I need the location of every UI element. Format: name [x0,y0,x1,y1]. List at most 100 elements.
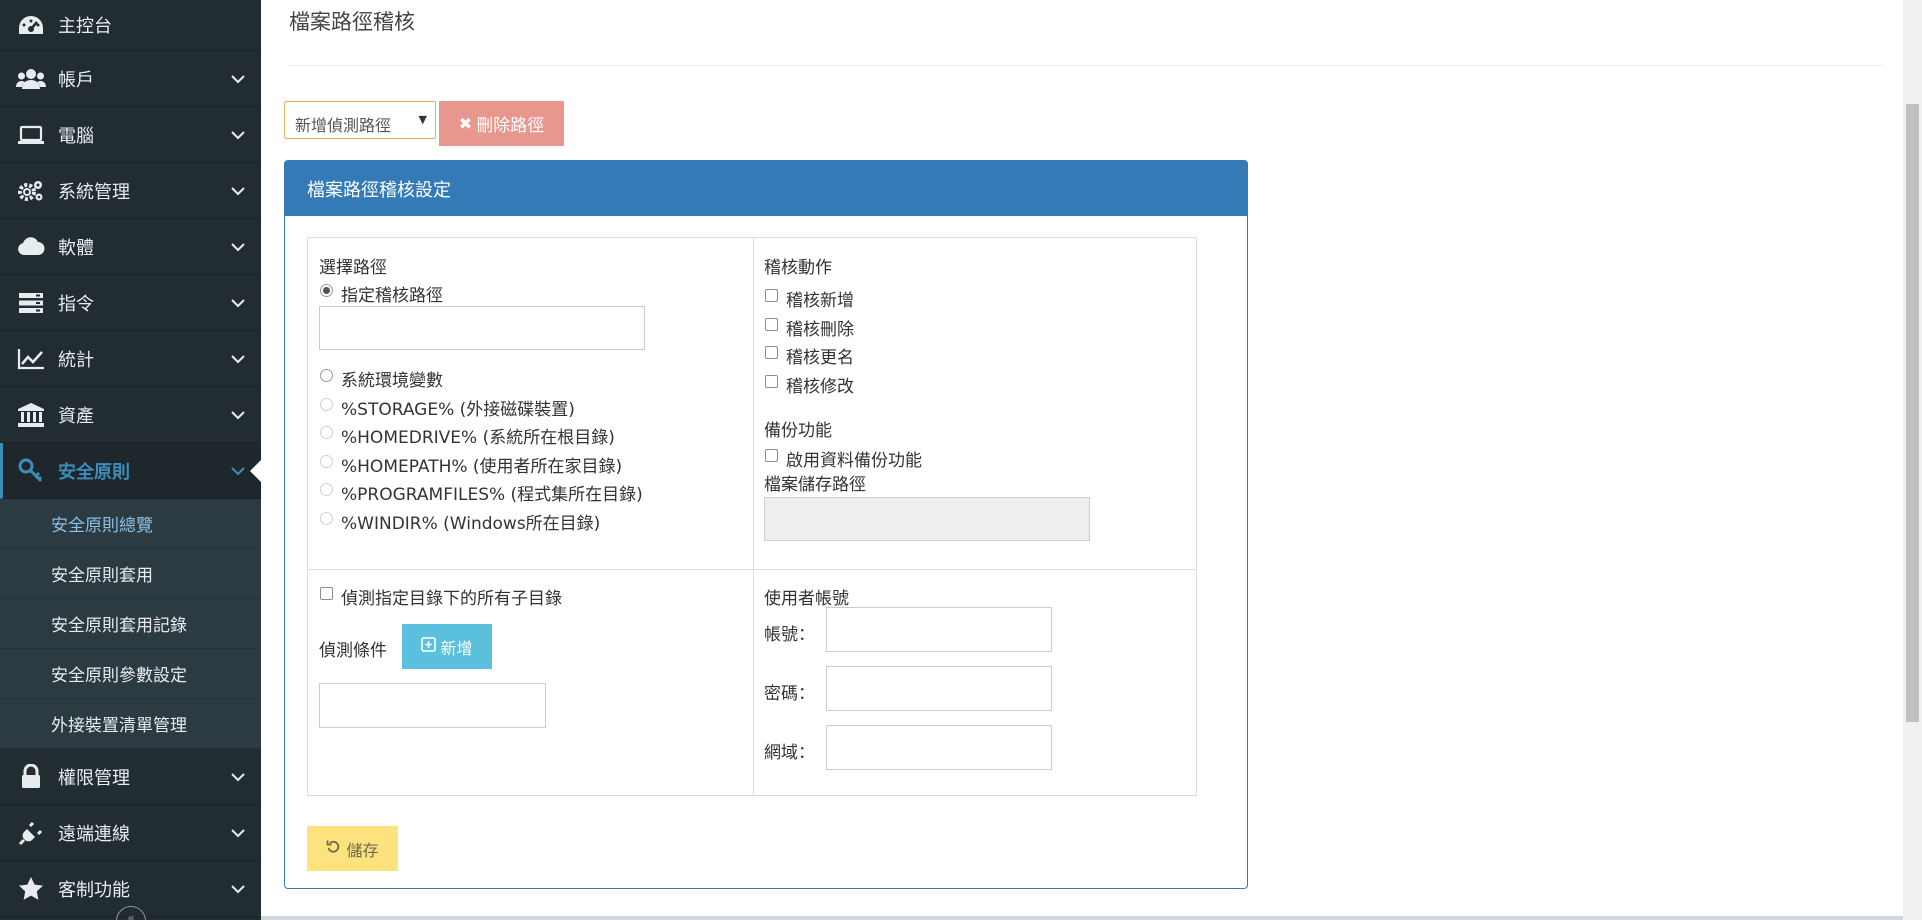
page-bottom-bar [261,916,1903,920]
audit-delete-checkbox[interactable] [765,318,778,331]
sidebar-item-label: 資產 [58,405,94,427]
audit-create-checkbox[interactable] [765,289,778,302]
chevron-down-icon [231,767,245,786]
sidebar-item-label: 系統管理 [58,181,130,203]
password-label: 密碼： [764,684,815,704]
env-homedrive-radio[interactable] [320,426,333,439]
password-input[interactable] [826,666,1052,711]
audit-path-input[interactable] [319,306,645,350]
sidebar-item-commands[interactable]: 指令 [0,275,261,331]
sidebar-item-dashboard[interactable]: 主控台 [0,0,261,51]
add-condition-label: 新增 [440,638,473,658]
submenu-item-policy-apply-log[interactable]: 安全原則套用記錄 [0,599,261,649]
enable-backup-label: 啟用資料備份功能 [786,451,922,471]
sidebar-item-label: 遠端連線 [58,823,130,845]
audit-rename-label: 稽核更名 [786,348,854,368]
user-account-label: 使用者帳號 [764,589,849,609]
sidebar-item-security-policy[interactable]: 安全原則 [0,443,261,499]
sidebar-item-label: 指令 [58,293,94,315]
chevron-down-icon [231,237,245,256]
settings-grid: 選擇路徑 指定稽核路徑 系統環境變數 %STORAGE% (外接磁碟裝置) %H… [307,237,1197,796]
audit-delete-label: 稽核刪除 [786,320,854,340]
panel-title: 檔案路徑稽核設定 [285,161,1247,216]
env-windir-radio[interactable] [320,512,333,525]
sidebar-item-system-management[interactable]: 系統管理 [0,163,261,219]
sidebar-item-assets[interactable]: 資產 [0,387,261,443]
delete-path-button[interactable]: ✖ 刪除路徑 [439,101,564,146]
env-storage-radio[interactable] [320,398,333,411]
chevron-down-icon [231,181,245,200]
sysenv-label: 系統環境變數 [341,371,443,391]
server-icon [16,288,46,318]
condition-input[interactable] [319,683,546,728]
gears-icon [16,176,46,206]
sidebar-item-remote-connection[interactable]: 遠端連線 [0,805,261,861]
enable-backup-checkbox[interactable] [765,449,778,462]
audit-actions-label: 稽核動作 [764,258,832,278]
title-divider [287,65,1885,66]
scrollbar-thumb[interactable] [1906,104,1919,722]
detect-subdirs-label: 偵測指定目錄下的所有子目錄 [341,589,562,609]
sidebar-item-label: 軟體 [58,237,94,259]
detect-condition-label: 偵測條件 [319,641,387,661]
audit-modify-label: 稽核修改 [786,377,854,397]
chevron-down-icon [231,125,245,144]
domain-input[interactable] [826,725,1052,770]
detect-subdirs-checkbox[interactable] [320,587,333,600]
users-icon [16,64,46,94]
plus-square-icon [421,637,437,656]
delete-path-label: 刪除路徑 [476,116,545,136]
sysenv-radio[interactable] [320,369,333,382]
bank-icon [16,400,46,430]
env-programfiles-radio[interactable] [320,483,333,496]
laptop-icon [16,120,46,150]
chevron-down-icon [231,461,245,480]
env-storage-label: %STORAGE% (外接磁碟裝置) [341,400,575,420]
save-button[interactable]: 儲存 [307,826,398,871]
chevron-down-icon [231,69,245,88]
submenu-item-external-device-list[interactable]: 外接裝置清單管理 [0,699,261,749]
submenu-item-policy-params[interactable]: 安全原則參數設定 [0,649,261,699]
key-icon [16,456,46,486]
audit-modify-checkbox[interactable] [765,375,778,388]
submenu-item-policy-apply[interactable]: 安全原則套用 [0,549,261,599]
submenu-item-policy-overview[interactable]: 安全原則總覽 [0,499,261,549]
grid-divider-vertical [753,238,754,795]
sidebar: 主控台 帳戶 電腦 系統管理 軟體 指令 統計 資產 安全原則 安全原則總覽 安… [0,0,261,920]
account-input[interactable] [826,607,1052,652]
sidebar-item-label: 主控台 [58,16,112,37]
sidebar-item-permission-management[interactable]: 權限管理 [0,749,261,805]
chevron-down-icon [231,823,245,842]
dashboard-icon [16,10,46,40]
env-homepath-radio[interactable] [320,455,333,468]
security-policy-submenu: 安全原則總覽 安全原則套用 安全原則套用記錄 安全原則參數設定 外接裝置清單管理 [0,499,261,749]
sidebar-item-computers[interactable]: 電腦 [0,107,261,163]
audit-rename-checkbox[interactable] [765,346,778,359]
sidebar-item-software[interactable]: 軟體 [0,219,261,275]
sidebar-item-label: 權限管理 [58,767,130,789]
star-icon [16,874,46,904]
specify-path-label: 指定稽核路徑 [341,286,443,306]
audit-create-label: 稽核新增 [786,291,854,311]
path-select-value: 新增偵測路徑 [295,116,392,135]
caret-down-icon: ▼ [418,113,427,126]
sidebar-item-statistics[interactable]: 統計 [0,331,261,387]
specify-path-radio[interactable] [320,284,333,297]
chevron-down-icon [231,349,245,368]
chevron-down-icon [231,293,245,312]
env-homedrive-label: %HOMEDRIVE% (系統所在根目錄) [341,428,615,448]
chevron-down-icon [231,405,245,424]
line-chart-icon [16,344,46,374]
path-select[interactable]: 新增偵測路徑 ▼ [284,101,436,139]
lock-icon [16,762,46,792]
undo-icon [326,839,341,858]
storage-path-input[interactable] [764,497,1090,541]
sidebar-item-label: 安全原則 [58,461,130,483]
sidebar-item-accounts[interactable]: 帳戶 [0,51,261,107]
sidebar-item-label: 帳戶 [58,69,94,91]
select-path-label: 選擇路徑 [319,258,387,278]
audit-settings-panel: 檔案路徑稽核設定 選擇路徑 指定稽核路徑 系統環境變數 %STORAGE% (外… [284,160,1248,889]
save-label: 儲存 [346,840,379,860]
main-content: 檔案路徑稽核 新增偵測路徑 ▼ ✖ 刪除路徑 檔案路徑稽核設定 選擇路徑 指定稽… [261,0,1903,920]
add-condition-button[interactable]: 新增 [402,624,492,669]
